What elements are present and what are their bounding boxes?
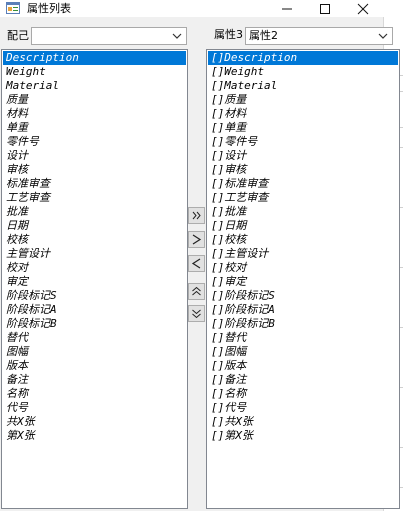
double-right-icon <box>192 211 201 220</box>
left-list-item[interactable]: 工艺审查 <box>3 191 186 205</box>
right-list-item[interactable]: []Material <box>208 79 398 93</box>
right-list-item[interactable]: []版本 <box>208 359 398 373</box>
dialog-body: 配己 属性3 属性2 Description Weight Material 质量 材料… <box>0 17 400 511</box>
left-attribute-list[interactable]: Description Weight Material 质量 材料 单重 零件号 设计 审核 标准… <box>1 49 188 509</box>
left-list-item[interactable]: 设计 <box>3 149 186 163</box>
add-button[interactable] <box>188 231 205 248</box>
right-list-item[interactable]: []工艺审查 <box>208 191 398 205</box>
right-list-item[interactable]: []替代 <box>208 331 398 345</box>
left-list-item[interactable]: 日期 <box>3 219 186 233</box>
left-list-item[interactable]: Description <box>3 51 186 65</box>
left-list-item[interactable]: 图幅 <box>3 345 186 359</box>
right-combo-label: 属性3 <box>214 28 243 41</box>
right-list-item[interactable]: []主管设计 <box>208 247 398 261</box>
right-list-item[interactable]: []零件号 <box>208 135 398 149</box>
left-list-item[interactable]: 校核 <box>3 233 186 247</box>
move-down-button[interactable] <box>188 305 205 322</box>
minimize-button[interactable] <box>268 0 306 17</box>
right-list-item[interactable]: []校对 <box>208 261 398 275</box>
maximize-icon <box>320 4 330 14</box>
right-list-item[interactable]: []阶段标记S <box>208 289 398 303</box>
double-up-icon <box>192 286 201 296</box>
right-attribute-list[interactable]: []Description []Weight []Material []质量 []材料[… <box>206 49 400 509</box>
double-down-icon <box>192 309 201 319</box>
app-icon <box>6 2 20 14</box>
left-list-item[interactable]: Weight <box>3 65 186 79</box>
left-list-item[interactable]: 第X张 <box>3 429 186 443</box>
right-list-item[interactable]: []共X张 <box>208 415 398 429</box>
left-list-item[interactable]: 批准 <box>3 205 186 219</box>
title-bar: 属性列表 <box>0 0 403 17</box>
close-button[interactable] <box>346 0 379 17</box>
right-combo[interactable]: 属性2 <box>245 27 393 45</box>
left-list-item[interactable]: 材料 <box>3 107 186 121</box>
right-list-item[interactable]: []审核 <box>208 163 398 177</box>
right-list-item[interactable]: []校核 <box>208 233 398 247</box>
left-list-item[interactable]: Material <box>3 79 186 93</box>
left-list-item[interactable]: 代号 <box>3 401 186 415</box>
close-icon <box>357 3 368 15</box>
left-list-item[interactable]: 阶段标记B <box>3 317 186 331</box>
left-arrow-icon <box>191 258 201 269</box>
left-list-item[interactable]: 共X张 <box>3 415 186 429</box>
left-list-item[interactable]: 校对 <box>3 261 186 275</box>
left-list-item[interactable]: 名称 <box>3 387 186 401</box>
right-list-item[interactable]: []审定 <box>208 275 398 289</box>
maximize-button[interactable] <box>306 0 344 17</box>
right-list-item[interactable]: []阶段标记A <box>208 303 398 317</box>
left-list-items: Description Weight Material 质量 材料 单重 零件号 设计 审核 标准… <box>3 51 186 443</box>
left-list-item[interactable]: 替代 <box>3 331 186 345</box>
left-list-item[interactable]: 阶段标记S <box>3 289 186 303</box>
move-up-button[interactable] <box>188 283 205 300</box>
left-list-item[interactable]: 单重 <box>3 121 186 135</box>
remove-button[interactable] <box>188 255 205 272</box>
window-title: 属性列表 <box>27 2 71 15</box>
right-list-items: []Description []Weight []Material []质量 []材料[… <box>208 51 398 443</box>
right-list-item[interactable]: []Description <box>208 51 398 65</box>
right-list-item[interactable]: []阶段标记B <box>208 317 398 331</box>
right-list-item[interactable]: []设计 <box>208 149 398 163</box>
right-arrow-icon <box>192 234 202 245</box>
left-list-item[interactable]: 零件号 <box>3 135 186 149</box>
left-list-item[interactable]: 主管设计 <box>3 247 186 261</box>
left-list-item[interactable]: 审核 <box>3 163 186 177</box>
right-combo-value: 属性2 <box>249 29 278 42</box>
add-all-button[interactable] <box>188 207 205 224</box>
left-list-item[interactable]: 审定 <box>3 275 186 289</box>
right-list-item[interactable]: []Weight <box>208 65 398 79</box>
right-list-item[interactable]: []日期 <box>208 219 398 233</box>
right-list-item[interactable]: []批准 <box>208 205 398 219</box>
right-list-item[interactable]: []单重 <box>208 121 398 135</box>
right-list-item[interactable]: []名称 <box>208 387 398 401</box>
left-list-item[interactable]: 备注 <box>3 373 186 387</box>
right-list-item[interactable]: []标准审查 <box>208 177 398 191</box>
left-list-item[interactable]: 质量 <box>3 93 186 107</box>
right-list-item[interactable]: []材料 <box>208 107 398 121</box>
right-list-item[interactable]: []图幅 <box>208 345 398 359</box>
left-list-item[interactable]: 标准审查 <box>3 177 186 191</box>
left-combo-label: 配己 <box>7 29 29 42</box>
chevron-down-icon <box>378 33 388 39</box>
right-list-item[interactable]: []代号 <box>208 401 398 415</box>
left-combo[interactable] <box>31 27 187 45</box>
right-list-item[interactable]: []质量 <box>208 93 398 107</box>
left-list-item[interactable]: 版本 <box>3 359 186 373</box>
chevron-down-icon <box>172 33 182 39</box>
right-list-item[interactable]: []第X张 <box>208 429 398 443</box>
right-list-item[interactable]: []备注 <box>208 373 398 387</box>
minimize-icon <box>282 8 292 10</box>
left-list-item[interactable]: 阶段标记A <box>3 303 186 317</box>
